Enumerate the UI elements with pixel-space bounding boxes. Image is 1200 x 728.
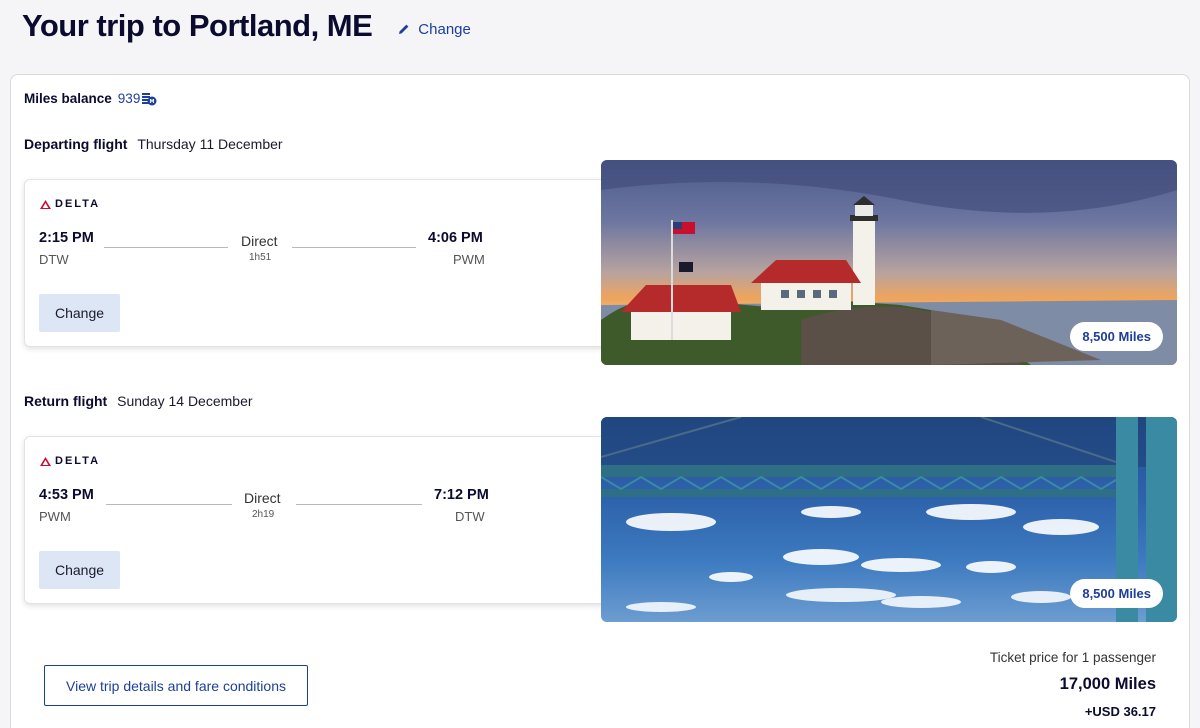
return-flight-card: DELTA 4:53 PM PWM Direct 2h19 7:12 PM DT… bbox=[24, 436, 614, 604]
departure-time: 2:15 PM bbox=[39, 230, 94, 246]
airline-name: DELTA bbox=[55, 198, 101, 210]
airline-logo: DELTA bbox=[40, 198, 100, 210]
arrival-time: 4:06 PM bbox=[428, 230, 483, 246]
airline-name: DELTA bbox=[55, 455, 101, 467]
price-usd: +USD 36.17 bbox=[1084, 704, 1156, 719]
departing-label: Departing flight bbox=[24, 136, 128, 152]
miles-balance: Miles balance 939 M bbox=[24, 91, 157, 106]
return-miles-badge: 8,500 Miles bbox=[1070, 579, 1163, 608]
departing-date: Thursday 11 December bbox=[137, 136, 283, 152]
miles-coin-icon: M bbox=[142, 92, 157, 105]
stops-label: Direct bbox=[241, 233, 278, 249]
svg-text:M: M bbox=[150, 99, 155, 105]
departure-airport: PWM bbox=[39, 509, 71, 524]
departing-heading: Departing flight Thursday 11 December bbox=[24, 136, 283, 152]
return-label: Return flight bbox=[24, 393, 108, 409]
arrival-airport: DTW bbox=[455, 509, 485, 524]
page-title: Your trip to Portland, ME bbox=[22, 8, 373, 43]
airline-logo: DELTA bbox=[40, 455, 100, 467]
miles-balance-value: 939 bbox=[117, 91, 141, 106]
edit-trip-label: Change bbox=[418, 20, 471, 38]
change-return-button[interactable]: Change bbox=[39, 551, 120, 589]
page-header: Your trip to Portland, ME Change bbox=[22, 8, 471, 44]
route-line-right bbox=[292, 247, 416, 248]
flight-duration: 1h51 bbox=[249, 252, 272, 263]
route-line-right bbox=[296, 504, 422, 505]
miles-balance-label: Miles balance bbox=[24, 91, 112, 106]
departure-time: 4:53 PM bbox=[39, 487, 94, 503]
route-line-left bbox=[104, 247, 228, 248]
return-heading: Return flight Sunday 14 December bbox=[24, 393, 253, 409]
destination-photo-bridge: 8,500 Miles bbox=[601, 417, 1177, 622]
price-miles: 17,000 Miles bbox=[1059, 675, 1156, 693]
arrival-airport: PWM bbox=[453, 252, 485, 267]
price-label: Ticket price for 1 passenger bbox=[989, 650, 1156, 665]
stops-label: Direct bbox=[244, 490, 281, 506]
departing-miles-badge: 8,500 Miles bbox=[1070, 322, 1163, 351]
pencil-icon bbox=[399, 24, 409, 34]
delta-logo-icon bbox=[40, 456, 51, 466]
arrival-time: 7:12 PM bbox=[434, 487, 489, 503]
departing-flight-card: DELTA 2:15 PM DTW Direct 1h51 4:06 PM PW… bbox=[24, 179, 614, 347]
trip-card: Miles balance 939 M Departing flight Thu… bbox=[10, 74, 1190, 728]
departure-airport: DTW bbox=[39, 252, 69, 267]
view-trip-details-button[interactable]: View trip details and fare conditions bbox=[44, 665, 308, 706]
edit-trip-link[interactable]: Change bbox=[398, 21, 471, 38]
price-summary: Ticket price for 1 passenger 17,000 Mile… bbox=[990, 650, 1156, 719]
route-line-left bbox=[106, 504, 232, 505]
return-date: Sunday 14 December bbox=[117, 393, 253, 409]
flight-duration: 2h19 bbox=[252, 509, 275, 520]
destination-photo-lighthouse: 8,500 Miles bbox=[601, 160, 1177, 365]
delta-logo-icon bbox=[40, 199, 51, 209]
change-departing-button[interactable]: Change bbox=[39, 294, 120, 332]
